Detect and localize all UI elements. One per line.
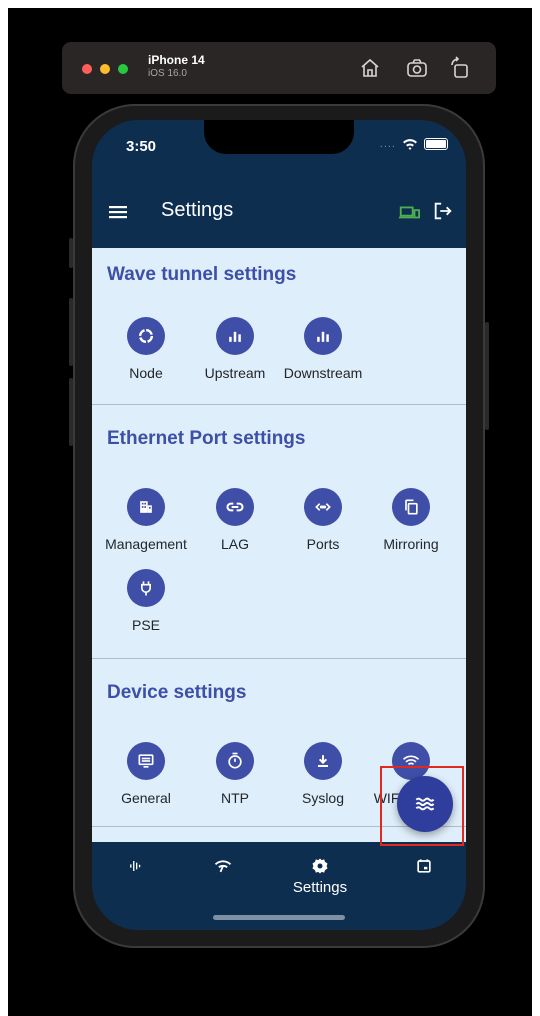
- settings-content[interactable]: Wave tunnel settings Node Upstream Downs…: [92, 248, 466, 842]
- power-button: [485, 322, 489, 430]
- bar-chart-icon: [304, 317, 342, 355]
- item-label: PSE: [131, 617, 160, 633]
- zoom-window-button[interactable]: [118, 64, 128, 74]
- copy-icon: [392, 488, 430, 526]
- simulator-toolbar: iPhone 14 iOS 16.0: [62, 42, 496, 94]
- status-time: 3:50: [126, 138, 157, 155]
- nav-label-settings: Settings: [292, 879, 348, 896]
- nav-item-activity[interactable]: [106, 856, 166, 881]
- settings-item-general[interactable]: General: [101, 742, 191, 806]
- wifi-icon: [403, 139, 417, 150]
- item-label: Mirroring: [383, 536, 439, 552]
- settings-item-downstream[interactable]: Downstream: [278, 317, 368, 381]
- item-label: Syslog: [301, 790, 345, 806]
- nav-item-wireless[interactable]: [193, 856, 253, 881]
- gear-icon: [312, 858, 328, 874]
- timer-icon: [216, 742, 254, 780]
- settings-item-ntp[interactable]: NTP: [190, 742, 280, 806]
- logout-icon[interactable]: [432, 200, 454, 222]
- item-label: Upstream: [204, 365, 266, 381]
- node-icon: [127, 317, 165, 355]
- notch: [204, 120, 354, 154]
- activity-icon: [130, 861, 141, 871]
- bar-chart-icon: [216, 317, 254, 355]
- device-name: iPhone 14: [148, 53, 205, 67]
- calendar-icon: [417, 859, 431, 873]
- mute-switch: [69, 238, 73, 268]
- minimize-window-button[interactable]: [100, 64, 110, 74]
- item-label: NTP: [221, 790, 249, 806]
- power-plug-icon: [127, 569, 165, 607]
- item-label: Node: [129, 365, 163, 381]
- settings-item-mirroring[interactable]: Mirroring: [366, 488, 456, 552]
- signal-indicator: ....: [379, 138, 396, 150]
- building-icon: [127, 488, 165, 526]
- home-indicator[interactable]: [213, 915, 345, 920]
- close-window-button[interactable]: [82, 64, 92, 74]
- wifi-signal-icon: [214, 860, 232, 873]
- nav-item-settings[interactable]: Settings: [290, 856, 350, 896]
- os-version: iOS 16.0: [148, 68, 187, 79]
- section-divider: [92, 658, 466, 659]
- volume-up-button: [69, 298, 73, 366]
- download-icon: [304, 742, 342, 780]
- settings-item-management[interactable]: Management: [101, 488, 191, 552]
- menu-icon[interactable]: [106, 200, 130, 224]
- section-title-ethernet-port: Ethernet Port settings: [107, 428, 306, 449]
- settings-item-node[interactable]: Node: [101, 317, 191, 381]
- item-label: LAG: [220, 536, 249, 552]
- settings-item-ports[interactable]: Ports: [278, 488, 368, 552]
- section-title-wave-tunnel: Wave tunnel settings: [107, 264, 297, 285]
- screenshot-icon[interactable]: [405, 56, 429, 80]
- item-label: General: [121, 790, 171, 806]
- highlight-box: [380, 766, 464, 846]
- battery-icon: [424, 138, 448, 150]
- page-title: Settings: [161, 199, 234, 221]
- code-arrows-icon: [304, 488, 342, 526]
- rotate-icon[interactable]: [448, 56, 472, 80]
- status-icons: ....: [380, 138, 448, 150]
- settings-item-syslog[interactable]: Syslog: [278, 742, 368, 806]
- settings-item-lag[interactable]: LAG: [190, 488, 280, 552]
- section-title-device: Device settings: [107, 682, 247, 703]
- settings-item-upstream[interactable]: Upstream: [190, 317, 280, 381]
- nav-item-schedule[interactable]: [394, 856, 454, 881]
- item-label: Management: [105, 536, 187, 552]
- link-icon: [216, 488, 254, 526]
- settings-item-pse[interactable]: PSE: [101, 569, 191, 633]
- item-label: Downstream: [283, 365, 363, 381]
- devices-icon[interactable]: [398, 201, 420, 223]
- monitor-icon: [127, 742, 165, 780]
- volume-down-button: [69, 378, 73, 446]
- item-label: Ports: [306, 536, 340, 552]
- home-icon[interactable]: [358, 56, 382, 80]
- app-bar: Settings: [92, 182, 466, 246]
- section-divider: [92, 404, 466, 405]
